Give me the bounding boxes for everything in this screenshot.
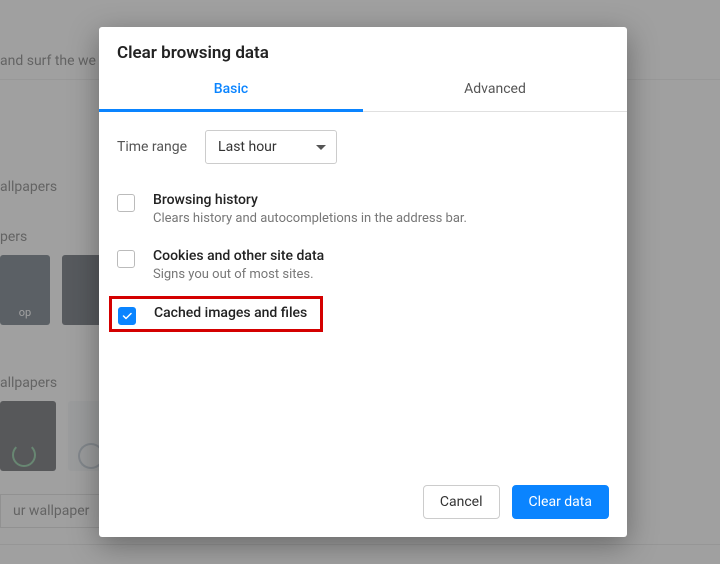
option-title: Cookies and other site data <box>153 248 324 264</box>
option-subtitle: Clears history and autocompletions in th… <box>153 211 467 226</box>
option-title: Cached images and files <box>154 305 307 321</box>
option-browsing-history: Browsing history Clears history and auto… <box>117 192 609 248</box>
time-range-value: Last hour <box>218 139 277 155</box>
time-range-row: Time range Last hour <box>117 130 609 164</box>
option-title: Browsing history <box>153 192 467 208</box>
option-cached-highlight: Cached images and files <box>109 296 323 332</box>
chevron-down-icon <box>316 145 326 150</box>
dialog-footer: Cancel Clear data <box>99 485 627 537</box>
dialog-tabs: Basic Advanced <box>99 71 627 112</box>
check-icon <box>121 310 133 322</box>
checkbox-cookies[interactable] <box>117 250 135 268</box>
time-range-label: Time range <box>117 139 187 155</box>
tab-basic[interactable]: Basic <box>99 71 363 112</box>
option-text: Cookies and other site data Signs you ou… <box>153 248 324 282</box>
checkbox-cached[interactable] <box>118 307 136 325</box>
tab-advanced[interactable]: Advanced <box>363 71 627 111</box>
cancel-button[interactable]: Cancel <box>423 485 500 519</box>
option-subtitle: Signs you out of most sites. <box>153 267 324 282</box>
option-text: Cached images and files <box>154 305 307 321</box>
option-text: Browsing history Clears history and auto… <box>153 192 467 226</box>
clear-browsing-data-dialog: Clear browsing data Basic Advanced Time … <box>99 27 627 537</box>
clear-data-button[interactable]: Clear data <box>512 485 609 519</box>
checkbox-browsing-history[interactable] <box>117 194 135 212</box>
dialog-body: Time range Last hour Browsing history Cl… <box>99 112 627 485</box>
dialog-title: Clear browsing data <box>99 27 627 71</box>
time-range-select[interactable]: Last hour <box>205 130 337 164</box>
